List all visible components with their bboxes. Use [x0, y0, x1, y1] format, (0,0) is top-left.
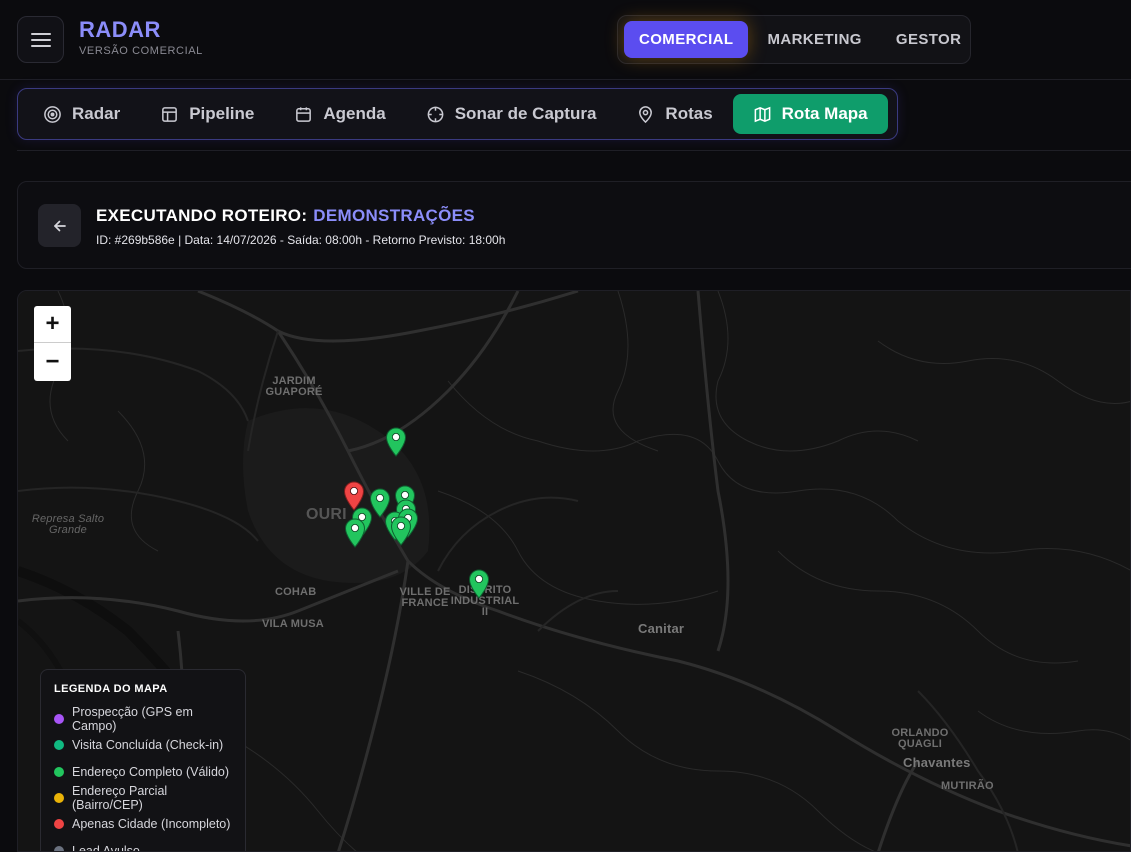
- legend-dot: [54, 766, 64, 777]
- map-label-orlando-quagli: ORLANDO QUAGLI: [891, 727, 949, 750]
- legend-title: LEGENDA DO MAPA: [54, 683, 168, 695]
- map-pin-icon[interactable]: [468, 569, 490, 599]
- route-meta: ID: #269b586e | Data: 14/07/2026 - Saída…: [96, 233, 506, 247]
- route-name: DEMONSTRAÇÕES: [313, 206, 475, 225]
- map-label-represa: Represa Salto Grande: [31, 513, 105, 536]
- top-header: RADAR VERSÃO COMERCIAL COMERCIAL MARKETI…: [0, 0, 1131, 80]
- map-label-mutirao: MUTIRÃO: [941, 780, 994, 792]
- tab-radar[interactable]: Radar: [23, 94, 140, 134]
- brand-subtitle: VERSÃO COMERCIAL: [79, 45, 203, 57]
- route-map[interactable]: + − JARDIM GUAPORÉ Represa Salto Grande …: [17, 290, 1131, 852]
- zoom-control: + −: [34, 306, 71, 381]
- tab-sonar-de-captura[interactable]: Sonar de Captura: [406, 94, 617, 134]
- crosshair-icon: [427, 106, 444, 122]
- brand: RADAR VERSÃO COMERCIAL: [79, 17, 203, 58]
- tab-label: Pipeline: [189, 104, 255, 123]
- legend-label: Endereço Parcial (Bairro/CEP): [72, 784, 168, 813]
- legend-label: Apenas Cidade (Incompleto): [72, 817, 231, 832]
- map-pin-icon[interactable]: [344, 518, 366, 548]
- map-legend: LEGENDA DO MAPA Prospecção (GPS em Campo…: [40, 669, 246, 852]
- legend-dot: [54, 793, 64, 804]
- legend-item: Prospecção (GPS em Campo): [54, 705, 232, 734]
- map-label-canitar: Canitar: [638, 621, 685, 636]
- arrow-left-icon: [53, 220, 66, 231]
- zoom-out-button[interactable]: −: [34, 343, 71, 380]
- mode-comercial-button[interactable]: COMERCIAL: [624, 21, 749, 58]
- tab-label: Rotas: [665, 104, 713, 123]
- back-button[interactable]: [38, 204, 81, 247]
- map-label-ville-de-france: VILLE DE FRANCE: [399, 586, 451, 609]
- layout-icon: [162, 106, 178, 122]
- legend-item: Apenas Cidade (Incompleto): [54, 811, 232, 837]
- legend-item: Visita Concluída (Check-in): [54, 732, 232, 758]
- brand-title: RADAR: [79, 17, 161, 42]
- menu-icon: [30, 32, 51, 47]
- divider: [17, 150, 1131, 151]
- map-pin-icon: [639, 105, 653, 123]
- legend-item: Endereço Parcial (Bairro/CEP): [54, 784, 232, 813]
- map-icon: [754, 106, 771, 122]
- hamburger-menu-button[interactable]: [17, 16, 64, 63]
- main-tabs: Radar Pipeline Agenda Sonar de Captura R…: [17, 88, 898, 140]
- tab-label: Rota Mapa: [781, 104, 868, 123]
- map-label-ourinhos: OURI: [306, 506, 347, 523]
- legend-label: Visita Concluída (Check-in): [72, 738, 224, 753]
- mode-marketing-button[interactable]: MARKETING: [752, 21, 876, 58]
- legend-dot: [54, 845, 64, 851]
- tab-label: Agenda: [323, 104, 386, 123]
- radar-icon: [44, 105, 61, 123]
- route-title: EXECUTANDO ROTEIRO: DEMONSTRAÇÕES: [96, 206, 475, 226]
- mode-gestor-button[interactable]: GESTOR: [881, 21, 976, 58]
- legend-dot: [54, 740, 64, 751]
- mode-switch: COMERCIAL MARKETING GESTOR: [617, 15, 971, 64]
- route-title-prefix: EXECUTANDO ROTEIRO:: [96, 206, 308, 225]
- map-pin-icon[interactable]: [390, 516, 412, 546]
- legend-dot: [54, 714, 64, 725]
- zoom-in-button[interactable]: +: [34, 306, 71, 343]
- tab-rota-mapa[interactable]: Rota Mapa: [732, 94, 888, 134]
- map-label-chavantes: Chavantes: [903, 755, 971, 770]
- legend-label: Lead Avulso: [72, 843, 140, 852]
- calendar-icon: [296, 106, 312, 122]
- tab-label: Radar: [72, 104, 121, 123]
- legend-dot: [54, 819, 64, 830]
- map-label-cohab: COHAB: [275, 586, 317, 598]
- tab-pipeline[interactable]: Pipeline: [140, 94, 274, 134]
- map-label-vila-musa: VILA MUSA: [262, 618, 324, 630]
- tab-agenda[interactable]: Agenda: [274, 94, 405, 134]
- route-header-card: EXECUTANDO ROTEIRO: DEMONSTRAÇÕES ID: #26…: [17, 181, 1131, 269]
- map-label-jardim-guapore: JARDIM GUAPORÉ: [265, 375, 323, 398]
- legend-item: Endereço Completo (Válido): [54, 759, 232, 785]
- map-pin-icon[interactable]: [385, 427, 407, 457]
- legend-label: Endereço Completo (Válido): [72, 764, 230, 779]
- legend-item: Lead Avulso: [54, 837, 232, 852]
- legend-label: Prospecção (GPS em Campo): [72, 705, 193, 734]
- tab-rotas[interactable]: Rotas: [616, 94, 732, 134]
- tab-label: Sonar de Captura: [454, 104, 597, 123]
